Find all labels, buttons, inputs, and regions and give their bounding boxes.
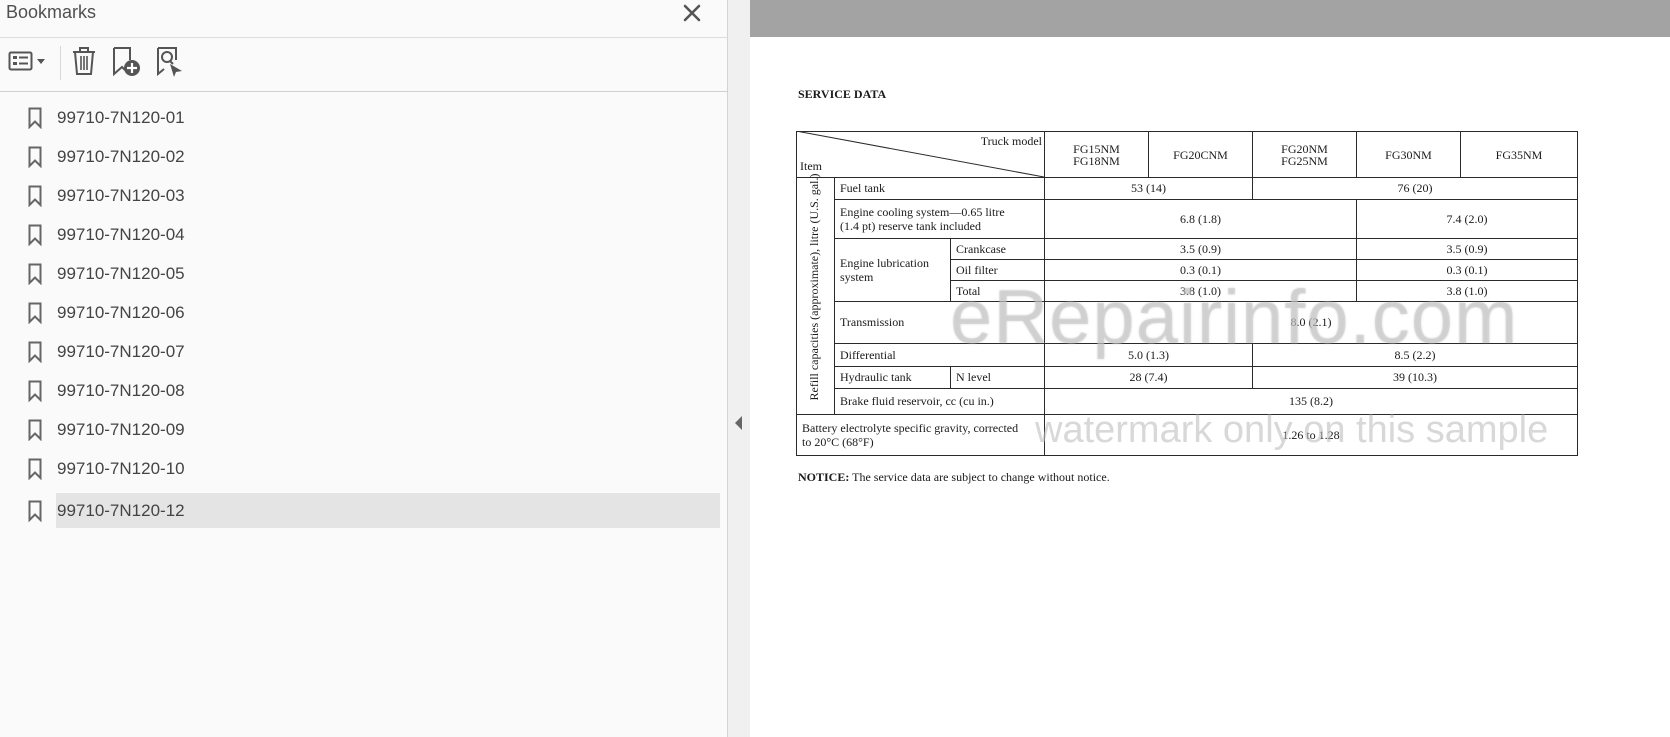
close-icon[interactable] (680, 1, 704, 25)
bookmarks-header: Bookmarks (0, 0, 728, 38)
bookmark-item[interactable]: 99710-7N120-03 (0, 178, 728, 213)
section-heading: SERVICE DATA (798, 87, 887, 101)
document-page: SERVICE DATA Truck model Item FG15NM FG1… (750, 37, 1670, 737)
row-label-battery-electrolyte: Battery electrolyte specific gravity, co… (802, 420, 1019, 449)
bookmark-icon (28, 146, 42, 169)
bookmark-label: 99710-7N120-02 (57, 147, 185, 166)
find-current-bookmark-icon (154, 44, 186, 83)
bookmark-label: 99710-7N120-03 (57, 186, 185, 205)
row-label-fuel-tank: Fuel tank (840, 181, 885, 195)
panel-splitter[interactable] (728, 0, 750, 737)
delete-bookmark-button[interactable] (70, 46, 98, 80)
options-menu-button[interactable] (8, 46, 48, 80)
model-header: FG35NM (1495, 147, 1543, 162)
row-sublabel-n-level: N level (956, 370, 991, 384)
row-sublabel-crankcase: Crankcase (956, 241, 1006, 256)
collapse-panel-arrow-icon[interactable] (734, 415, 744, 436)
page-gap-bar (750, 0, 1670, 37)
row-label-engine-cooling: Engine cooling system—0.65 litre (1.4 pt… (840, 204, 1005, 233)
bookmark-icon (28, 107, 42, 130)
new-bookmark-button[interactable] (110, 46, 142, 80)
find-current-bookmark-button[interactable] (154, 46, 186, 80)
bookmark-label: 99710-7N120-05 (57, 264, 185, 283)
bookmark-icon (28, 341, 42, 364)
value-cell: 6.8 (1.8) (1180, 211, 1221, 226)
notice-label: NOTICE: (798, 470, 850, 484)
bookmark-label: 99710-7N120-08 (57, 381, 185, 400)
bookmark-item-selected[interactable]: 99710-7N120-12 (0, 493, 728, 528)
bookmark-label: 99710-7N120-09 (57, 420, 185, 439)
refill-capacities-group-label: Refill capacities (approximate), litre (… (807, 173, 821, 401)
model-header: FG30NM (1385, 147, 1432, 162)
value-cell: 39 (10.3) (1393, 370, 1437, 384)
bookmark-item[interactable]: 99710-7N120-06 (0, 295, 728, 330)
trash-icon (70, 44, 98, 83)
value-cell: 3.5 (0.9) (1180, 241, 1221, 256)
corner-header-truck-model: Truck model (980, 134, 1042, 148)
bookmark-item[interactable]: 99710-7N120-04 (0, 217, 728, 252)
watermark-sub: watermark only on this sample (1035, 409, 1549, 451)
panel-title: Bookmarks (6, 2, 97, 22)
bookmark-item[interactable]: 99710-7N120-08 (0, 373, 728, 408)
bookmark-label: 99710-7N120-10 (57, 459, 185, 478)
value-cell: 53 (14) (1131, 181, 1166, 195)
bookmark-label: 99710-7N120-01 (57, 108, 185, 127)
list-options-icon (8, 44, 48, 83)
value-cell: 28 (7.4) (1129, 370, 1168, 384)
bookmark-icon (28, 185, 42, 208)
bookmark-item[interactable]: 99710-7N120-10 (0, 451, 728, 486)
bookmark-icon (28, 380, 42, 403)
bookmark-item[interactable]: 99710-7N120-01 (0, 100, 728, 135)
bookmark-item[interactable]: 99710-7N120-02 (0, 139, 728, 174)
value-cell: 3.5 (0.9) (1446, 241, 1488, 256)
model-header: FG20NM FG25NM (1281, 141, 1328, 168)
bookmark-label: 99710-7N120-06 (57, 303, 185, 322)
bookmarks-toolbar (0, 38, 728, 92)
bookmark-label: 99710-7N120-04 (57, 225, 185, 244)
bookmark-icon (28, 302, 42, 325)
bookmark-icon (28, 224, 42, 247)
value-cell: 76 (20) (1397, 181, 1433, 195)
bookmark-icon (28, 458, 42, 481)
bookmark-item[interactable]: 99710-7N120-09 (0, 412, 728, 447)
bookmark-item[interactable]: 99710-7N120-05 (0, 256, 728, 291)
row-label-brake-fluid: Brake fluid reservoir, cc (cu in.) (840, 394, 994, 408)
bookmark-icon (28, 263, 42, 286)
model-header: FG15NM FG18NM (1073, 141, 1120, 168)
bookmark-icon (28, 419, 42, 442)
row-label-hydraulic-tank: Hydraulic tank (840, 370, 912, 384)
toolbar-divider (60, 46, 61, 80)
bookmark-icon (28, 500, 42, 523)
row-label-engine-lubrication: Engine lubrication system (840, 255, 929, 284)
value-cell: 7.4 (2.0) (1446, 211, 1488, 226)
bookmarks-panel: Bookmarks 99710-7N120-01 99710-7N120-02 … (0, 0, 728, 737)
new-bookmark-icon (110, 44, 142, 83)
bookmark-item[interactable]: 99710-7N120-07 (0, 334, 728, 369)
notice-text: NOTICE: The service data are subject to … (798, 470, 1110, 485)
document-view[interactable]: SERVICE DATA Truck model Item FG15NM FG1… (750, 0, 1670, 737)
watermark-main: eRepairinfo.com (950, 275, 1519, 360)
bookmark-label: 99710-7N120-07 (57, 342, 185, 361)
table-border (1577, 131, 1578, 456)
notice-body: The service data are subject to change w… (849, 470, 1110, 484)
bookmark-label: 99710-7N120-12 (56, 493, 720, 528)
model-header: FG20CNM (1173, 147, 1228, 162)
table-border (796, 455, 1578, 456)
